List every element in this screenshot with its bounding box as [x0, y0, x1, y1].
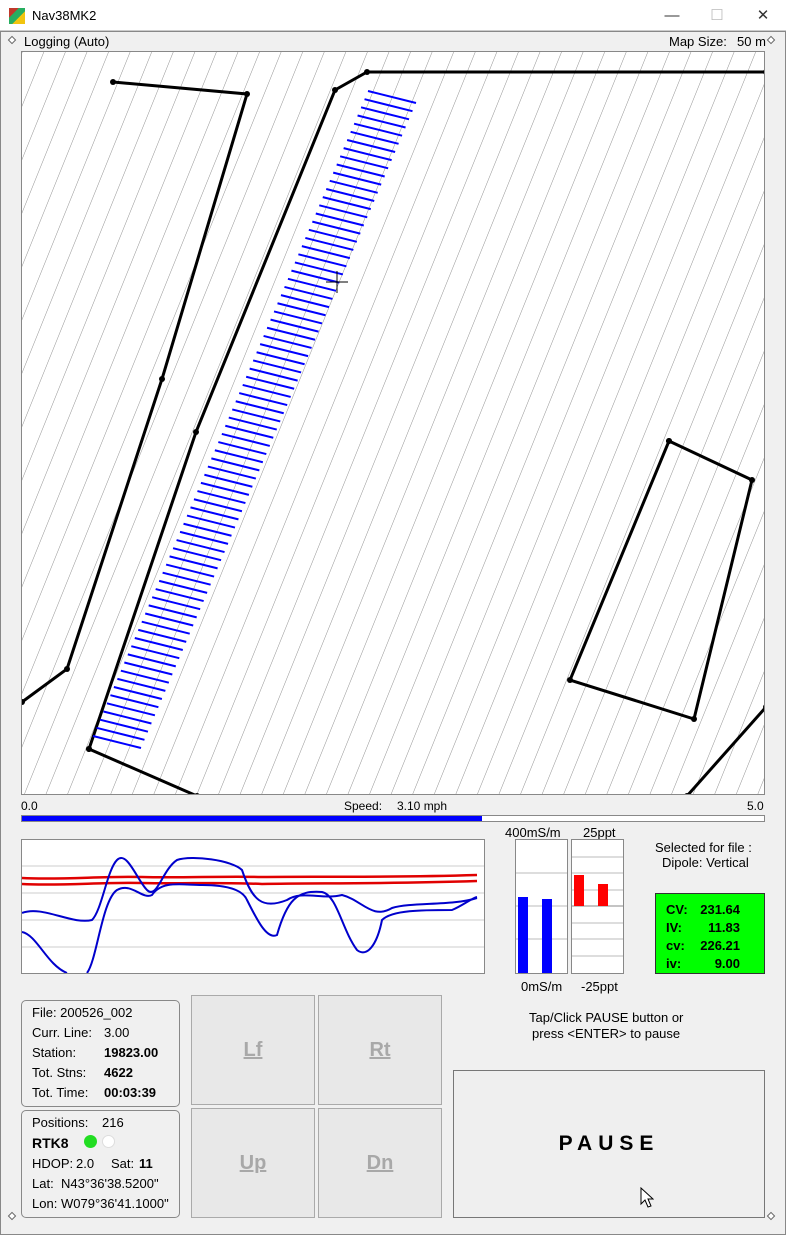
- conductivity-gauge: [515, 839, 568, 974]
- hdop-value: 2.0: [76, 1156, 95, 1171]
- gps-status-white-icon: [102, 1135, 115, 1148]
- sat-label: Sat:: [111, 1156, 135, 1171]
- tot-time-label: Tot. Time:: [32, 1085, 89, 1100]
- title-bar: Nav38MK2 — ☐ ✕: [0, 0, 786, 31]
- iv2-label: iv:: [666, 956, 682, 971]
- cv-value: 231.64: [700, 902, 740, 917]
- inph-top-label: 25ppt: [583, 825, 616, 840]
- down-button[interactable]: Dn: [318, 1108, 442, 1218]
- station-value: 19823.00: [104, 1045, 159, 1060]
- boundary-vertex: [749, 477, 755, 483]
- iv2-bar: [598, 884, 608, 906]
- boundary-vertex: [332, 87, 338, 93]
- station-label: Station:: [32, 1045, 77, 1060]
- iv-value: 11.83: [708, 920, 740, 935]
- speed-min-label: 0.0: [21, 799, 38, 813]
- tot-stns-label: Tot. Stns:: [32, 1065, 87, 1080]
- file-name: File: 200526_002: [32, 1005, 133, 1020]
- gps-info-panel: Positions: 216 RTK8 HDOP: 2.0 Sat: 11 La…: [21, 1110, 180, 1218]
- window-title: Nav38MK2: [32, 8, 97, 23]
- selected-for-file-label: Selected for file :: [655, 840, 752, 855]
- app-icon: [9, 8, 25, 24]
- trend-canvas: [21, 857, 484, 974]
- curr-line-value: 3.00: [104, 1025, 130, 1040]
- minimize-button[interactable]: —: [649, 0, 695, 31]
- curr-line-label: Curr. Line:: [32, 1025, 92, 1040]
- speed-max-label: 5.0: [747, 799, 764, 813]
- file-info-panel: File: 200526_002 Curr. Line: 3.00 Statio…: [21, 1000, 180, 1107]
- positions-label: Positions:: [32, 1115, 89, 1130]
- sat-value: 11: [139, 1156, 153, 1171]
- boundary-vertex: [244, 91, 250, 97]
- gps-status-green-icon: [84, 1135, 97, 1148]
- up-button[interactable]: Up: [191, 1108, 315, 1218]
- map-size-value: 50 m: [737, 34, 766, 49]
- readout-panel: CV: 231.64 IV: 11.83 cv: 226.21 iv: 9.00: [655, 893, 765, 974]
- cv-label: CV:: [666, 902, 688, 917]
- trend-red-line-1: [21, 873, 478, 880]
- pause-button[interactable]: PAUSE: [453, 1070, 765, 1218]
- speed-bar: [21, 815, 765, 822]
- survey-map[interactable]: [21, 51, 765, 795]
- right-button[interactable]: Rt: [318, 995, 442, 1105]
- cv2-bar: [542, 899, 552, 973]
- boundary-vertex: [666, 438, 672, 444]
- cv2-value: 226.21: [700, 938, 740, 953]
- lat-value: N43°36'38.5200": [61, 1176, 159, 1191]
- dipole-orientation: Dipole: Vertical: [662, 855, 749, 870]
- hdop-label: HDOP:: [32, 1156, 74, 1171]
- gps-fix-type: RTK8: [32, 1135, 69, 1151]
- lat-label: Lat:: [32, 1176, 54, 1191]
- tot-stns-value: 4622: [104, 1065, 133, 1080]
- speed-bar-fill: [22, 816, 483, 821]
- boundary-vertex: [193, 429, 199, 435]
- speed-value: 3.10 mph: [397, 799, 448, 813]
- cv-bar: [518, 897, 528, 973]
- cond-bottom-label: 0mS/m: [521, 979, 563, 994]
- boundary-vertex: [64, 666, 70, 672]
- cond-top-label: 400mS/m: [505, 825, 561, 840]
- boundary-vertex: [567, 677, 573, 683]
- iv-bar: [574, 875, 584, 906]
- left-button[interactable]: Lf: [191, 995, 315, 1105]
- pause-hint-line2: press <ENTER> to pause: [532, 1026, 681, 1041]
- trend-blue-line-2: [21, 883, 478, 974]
- lon-label: Lon:: [32, 1196, 58, 1211]
- inph-bottom-label: -25ppt: [581, 979, 618, 994]
- iv-label: IV:: [666, 920, 682, 935]
- speed-label: Speed:: [344, 799, 383, 813]
- maximize-button: ☐: [710, 7, 724, 24]
- mouse-cursor-icon: [640, 1187, 654, 1208]
- trend-red-line-2: [21, 879, 478, 886]
- boundary-vertex: [110, 79, 116, 85]
- lon-value: W079°36'41.1000": [61, 1196, 169, 1211]
- logging-status: Logging (Auto): [24, 34, 110, 49]
- cv2-label: cv:: [666, 938, 685, 953]
- boundary-vertex: [364, 69, 370, 75]
- inphase-gauge: [571, 839, 624, 974]
- trend-chart: [21, 839, 485, 974]
- boundary-vertex: [86, 746, 92, 752]
- positions-value: 216: [102, 1115, 124, 1130]
- map-canvas: [22, 52, 764, 794]
- boundary-vertex: [691, 716, 697, 722]
- tot-time-value: 00:03:39: [104, 1085, 157, 1100]
- map-size-label: Map Size:: [669, 34, 727, 49]
- boundary-vertex: [159, 376, 165, 382]
- close-button[interactable]: ✕: [740, 0, 786, 31]
- pause-hint-line1: Tap/Click PAUSE button or: [529, 1010, 684, 1025]
- iv2-value: 9.00: [714, 956, 740, 971]
